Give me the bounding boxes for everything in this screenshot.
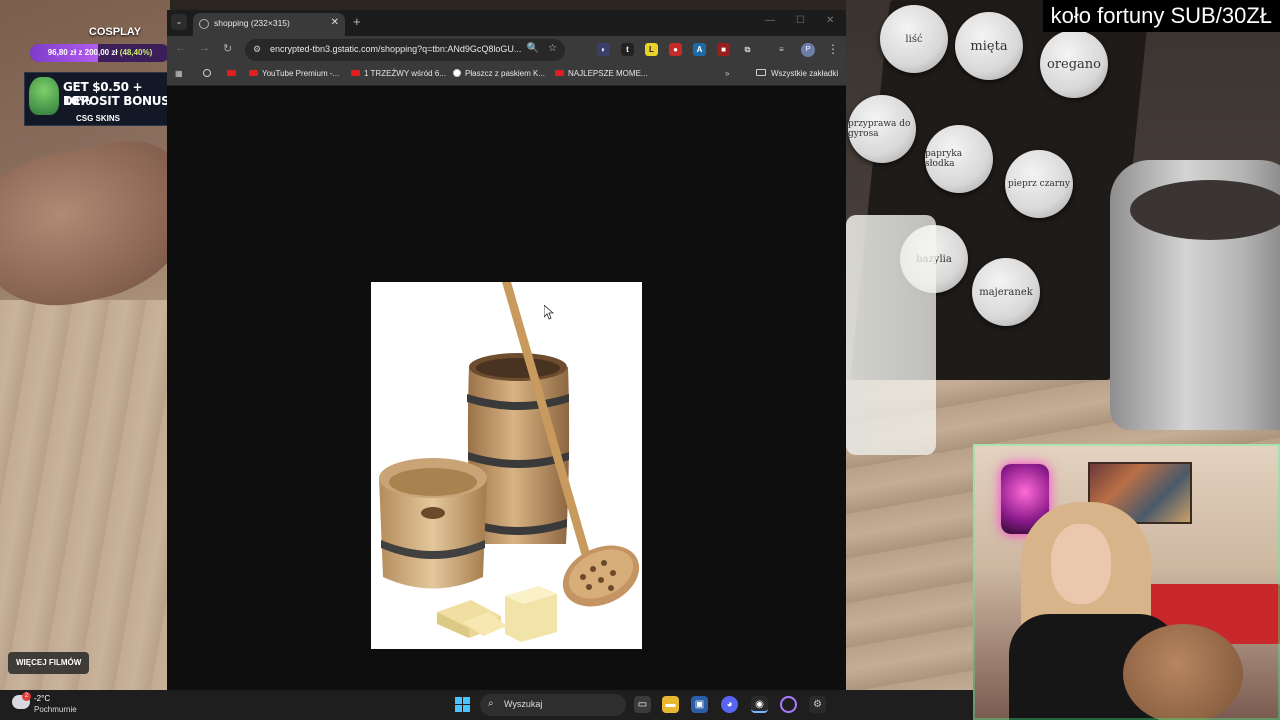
promo-line-2: DEPOSIT BONUS — [63, 94, 170, 108]
spice-jar: pieprz czarny — [1005, 150, 1073, 218]
browser-window: ⌄ shopping (232×315) ✕ + — ☐ ✕ ← → ↻ ⚙ e… — [167, 10, 846, 690]
neon-frame — [973, 444, 1280, 720]
tab-strip: ⌄ shopping (232×315) ✕ + — ☐ ✕ — [167, 10, 846, 36]
close-tab-icon[interactable]: ✕ — [331, 17, 339, 28]
weather-temperature[interactable]: -2°C — [34, 694, 50, 703]
settings-gear-icon[interactable]: ⚙ — [809, 696, 826, 713]
stream-title: koło fortuny SUB/30ZŁ — [1042, 0, 1280, 32]
bookmark-item[interactable] — [227, 69, 240, 78]
address-bar[interactable]: ⚙ encrypted-tbn3.gstatic.com/shopping?q=… — [245, 39, 565, 61]
promo-brand: CSG SKINS — [75, 114, 120, 123]
spice-jar: mięta — [955, 12, 1023, 80]
extension-red-icon[interactable]: ● — [669, 43, 682, 56]
glass-mug — [846, 215, 936, 455]
file-explorer-icon[interactable]: ▬ — [662, 696, 679, 713]
youtube-icon — [227, 70, 236, 76]
youtube-icon — [351, 70, 360, 76]
spice-jar: majeranek — [972, 258, 1040, 326]
mouse-cursor-icon — [544, 305, 554, 320]
spice-jar: oregano — [1040, 30, 1108, 98]
spice-jar: papryka słodka — [925, 125, 993, 193]
minimize-icon[interactable]: — — [765, 15, 775, 26]
tab-search-button[interactable]: ⌄ — [171, 14, 187, 30]
bookmark-star-icon[interactable]: ☆ — [548, 43, 557, 54]
puzzle-extensions-icon[interactable]: ⧉ — [741, 43, 754, 56]
goal-text: 96,80 zł z 200,00 zł (48,40%) — [30, 44, 170, 62]
zoom-icon[interactable]: 🔍 — [527, 43, 539, 54]
extension-l-icon[interactable]: L — [645, 43, 658, 56]
chrome-icon[interactable]: ◉ — [751, 696, 768, 713]
tab-title: shopping (232×315) — [214, 18, 290, 28]
butter-churn-illustration — [379, 282, 640, 642]
circle-app-icon[interactable] — [780, 696, 797, 713]
translate-extension-icon[interactable]: A — [693, 43, 706, 56]
weather-description[interactable]: Pochmurnie — [34, 705, 77, 714]
stream-screen: mięta oregano przyprawa do gyrosa papryk… — [0, 0, 1280, 720]
forward-icon[interactable]: → — [199, 42, 210, 54]
brand-icon — [453, 69, 461, 77]
new-tab-button[interactable]: + — [353, 14, 361, 29]
search-placeholder: Wyszukaj — [504, 699, 543, 709]
all-bookmarks-folder[interactable]: Wszystkie zakładki — [756, 69, 838, 78]
goal-percent: (48,40%) — [119, 48, 153, 57]
metal-pot — [1110, 160, 1280, 430]
wooden-floor — [0, 300, 170, 690]
tab-shopping[interactable]: shopping (232×315) ✕ — [193, 13, 345, 36]
bookmarks-bar: ▦ YouTube Premium -... 1 TRZEŹWY wśród 6… — [167, 64, 846, 86]
store-icon[interactable]: ▣ — [691, 696, 708, 713]
back-icon[interactable]: ← — [175, 42, 186, 54]
start-button[interactable] — [455, 697, 470, 712]
webcam-feed — [973, 444, 1280, 720]
task-view-icon[interactable]: ▭ — [634, 696, 651, 713]
bookmark-item[interactable]: Płaszcz z paskiem K... — [453, 69, 545, 78]
page-viewport — [167, 87, 846, 690]
taskbar: 2 -2°C Pochmurnie ⌕ Wyszukaj ▭ ▬ ▣ ◕ ◉ ⚙ — [0, 690, 973, 720]
folder-icon — [756, 69, 766, 76]
maximize-icon[interactable]: ☐ — [796, 15, 805, 26]
mascot-icon — [29, 77, 59, 115]
weather-badge: 2 — [22, 692, 31, 701]
globe-icon — [199, 19, 209, 29]
more-bookmarks-icon[interactable]: » — [725, 69, 729, 78]
close-window-icon[interactable]: ✕ — [826, 15, 834, 26]
more-videos-button[interactable]: WIĘCEJ FILMÓW — [8, 652, 90, 674]
goal-title: COSPLAY — [88, 26, 142, 38]
spice-jar: liść — [880, 5, 948, 73]
bookmark-item[interactable]: NAJLEPSZE MOME... — [555, 69, 648, 78]
profile-avatar[interactable]: P — [801, 43, 815, 57]
url-text: encrypted-tbn3.gstatic.com/shopping?q=tb… — [270, 44, 522, 54]
twitch-extension-icon[interactable]: t — [621, 43, 634, 56]
youtube-icon — [249, 70, 258, 76]
apps-grid-icon[interactable]: ▦ — [175, 69, 183, 78]
reload-icon[interactable]: ↻ — [223, 42, 232, 55]
site-info-icon[interactable]: ⚙ — [253, 44, 261, 55]
menu-kebab-icon[interactable]: ⋮ — [827, 42, 839, 56]
browser-toolbar: ← → ↻ ⚙ encrypted-tbn3.gstatic.com/shopp… — [167, 36, 846, 64]
search-icon: ⌕ — [488, 698, 494, 709]
discord-icon[interactable]: ◕ — [721, 696, 738, 713]
goal-amount: 96,80 zł z 200,00 zł — [47, 48, 118, 57]
taskbar-search[interactable]: ⌕ Wyszukaj — [480, 694, 626, 716]
youtube-icon — [555, 70, 564, 76]
extension-badge-icon[interactable]: ■ — [717, 43, 730, 56]
promo-banner[interactable]: GET $0.50 + 10% DEPOSIT BONUS CSG SKINS — [24, 72, 170, 126]
spice-jar: przyprawa do gyrosa — [848, 95, 916, 163]
extension-icon[interactable]: ◐ — [597, 43, 610, 56]
circle-icon — [203, 69, 211, 77]
bookmark-item[interactable]: 1 TRZEŹWY wśród 6... — [351, 69, 446, 78]
reading-list-icon[interactable]: ≡ — [775, 43, 788, 56]
bookmark-item[interactable]: YouTube Premium -... — [249, 69, 339, 78]
product-image-butter-churn[interactable] — [371, 282, 642, 649]
bookmark-item[interactable] — [203, 69, 215, 78]
